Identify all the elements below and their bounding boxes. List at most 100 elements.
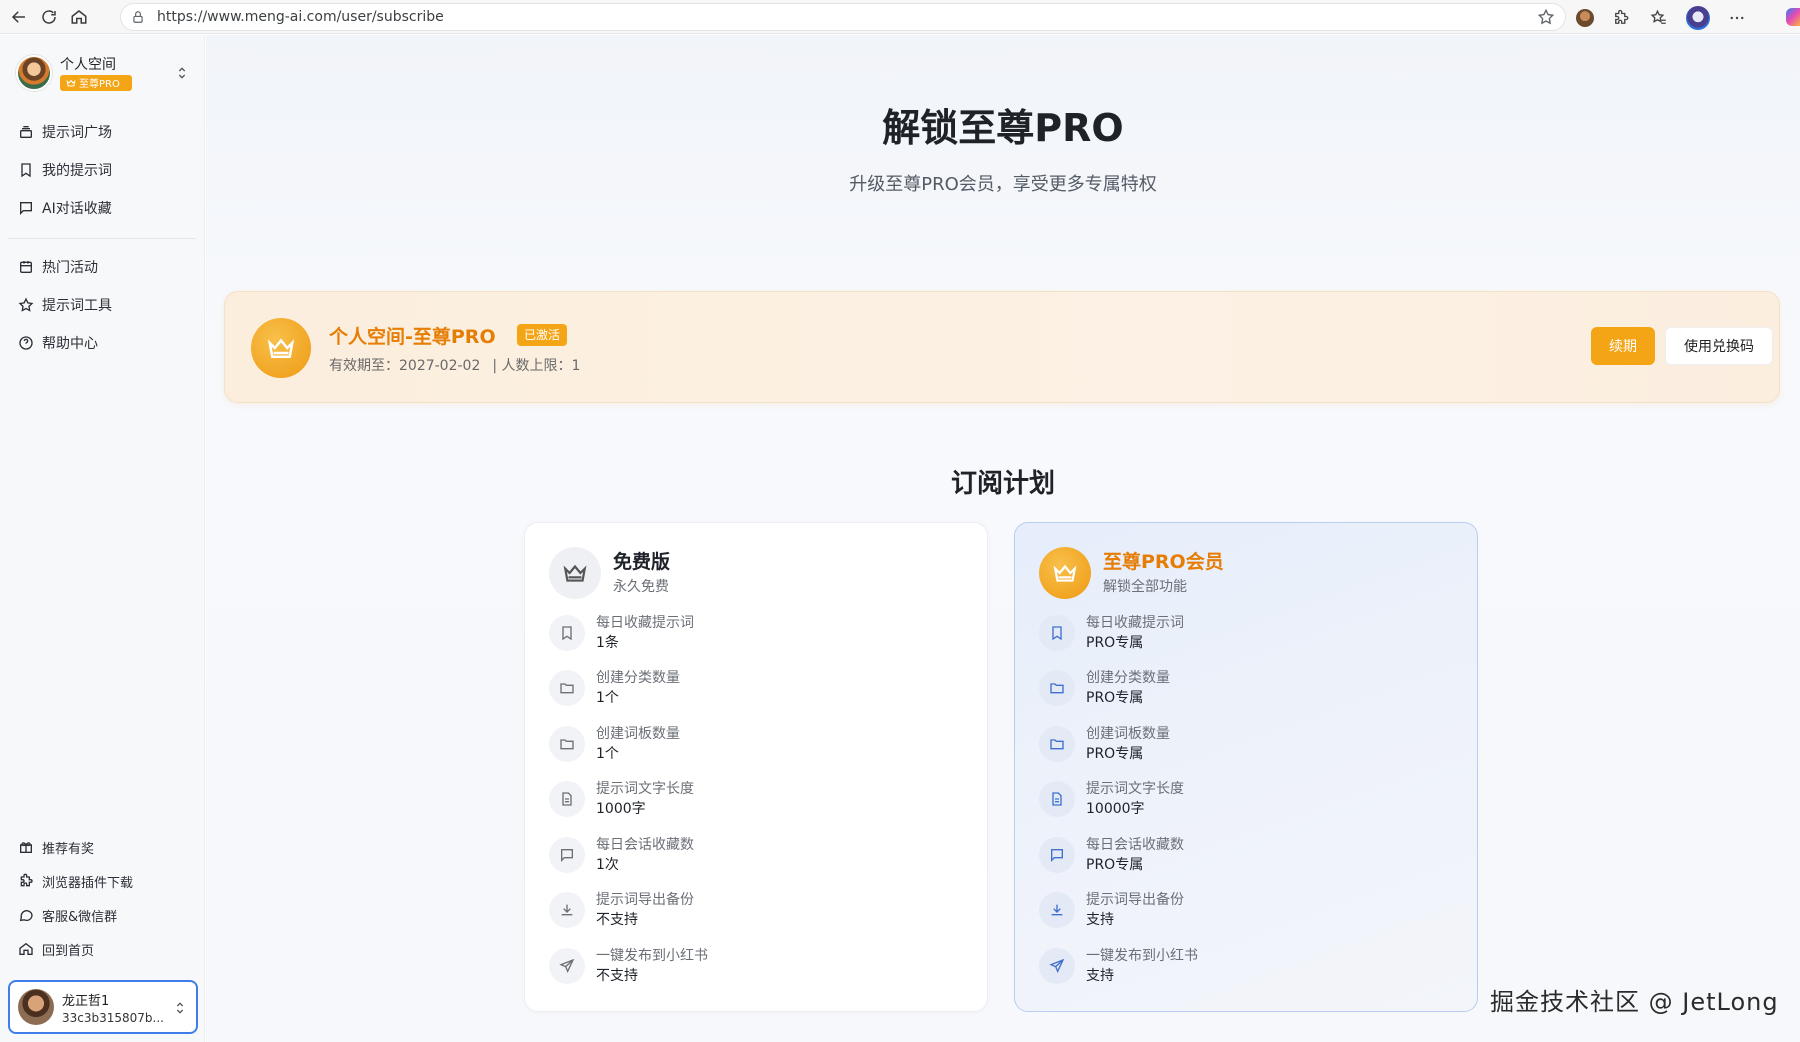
sidebar-item-label: 提示词工具 <box>42 298 112 314</box>
feature-list: 每日收藏提示词 PRO专属 创建分类数量 PRO专属 创建词板数量 PRO专属 提示词… <box>1039 605 1459 994</box>
nav-bottom: 推荐有奖 浏览器插件下载 客服&微信群 回到首页 <box>8 830 196 966</box>
feature-value: 1000字 <box>596 801 646 818</box>
extensions-icon[interactable] <box>1610 7 1632 29</box>
list-item: 每日会话收藏数 PRO专属 <box>1039 827 1459 883</box>
download-icon <box>549 892 585 929</box>
page-subtitle: 升级至尊PRO会员，享受更多专属特权 <box>849 174 1157 195</box>
feature-list: 每日收藏提示词 1条 创建分类数量 1个 创建词板数量 1个 提示词文字长度 1000字… <box>549 605 969 994</box>
profile-avatar-icon[interactable] <box>1576 9 1594 27</box>
sidebar-item-back-home[interactable]: 回到首页 <box>8 932 196 966</box>
list-item: 创建词板数量 1个 <box>549 716 969 772</box>
sidebar-item-label: 热门活动 <box>42 260 98 276</box>
download-icon <box>1039 892 1075 929</box>
feature-label: 提示词文字长度 <box>596 781 694 798</box>
feature-label: 创建词板数量 <box>1086 725 1170 742</box>
sidebar-item-support-wechat[interactable]: 客服&微信群 <box>8 898 196 932</box>
list-item: 每日收藏提示词 1条 <box>549 605 969 661</box>
lock-icon <box>133 11 143 23</box>
avatar <box>18 989 54 1025</box>
list-item: 每日会话收藏数 1次 <box>549 827 969 883</box>
feature-value: 支持 <box>1086 967 1114 984</box>
sidebar-item-label: 浏览器插件下载 <box>42 875 134 891</box>
feature-value: 不支持 <box>596 967 638 984</box>
redeem-code-button[interactable]: 使用兑换码 <box>1665 327 1773 365</box>
chevron-updown-icon[interactable] <box>174 65 190 81</box>
favorite-star-icon[interactable] <box>1537 8 1555 26</box>
url-text: https://www.meng-ai.com/user/subscribe <box>157 9 444 25</box>
pro-badge: 至尊PRO <box>60 74 132 91</box>
plan-card-pro[interactable]: 至尊PRO会员 解锁全部功能 每日收藏提示词 PRO专属 创建分类数量 PRO专属 … <box>1014 522 1478 1012</box>
document-icon <box>1039 781 1075 818</box>
back-icon[interactable] <box>8 6 30 28</box>
subscription-info: 有效期至：2027-02-02 | 人数上限：1 <box>329 355 592 375</box>
reload-icon[interactable] <box>38 6 60 28</box>
message-icon <box>19 910 33 922</box>
star-icon <box>18 297 34 312</box>
more-icon[interactable] <box>1726 7 1748 29</box>
folder-icon <box>549 670 585 707</box>
bookmark-icon <box>1039 614 1075 651</box>
sidebar-item-label: 客服&微信群 <box>42 909 118 925</box>
sidebar-item-help-center[interactable]: 帮助中心 <box>8 324 196 362</box>
crown-icon <box>549 547 601 599</box>
feature-value: 1条 <box>596 634 619 651</box>
plan-desc: 解锁全部功能 <box>1103 579 1187 595</box>
feature-value: 1次 <box>596 856 619 873</box>
subscription-status-card: 个人空间-至尊PRO 已激活 有效期至：2027-02-02 | 人数上限：1 续… <box>224 291 1780 403</box>
main-content: 解锁至尊PRO 升级至尊PRO会员，享受更多专属特权 个人空间-至尊PRO 已激… <box>206 35 1800 1042</box>
list-item: 创建分类数量 1个 <box>549 661 969 717</box>
list-item: 创建词板数量 PRO专属 <box>1039 716 1459 772</box>
feature-value: PRO专属 <box>1086 634 1144 651</box>
bookmark-icon <box>21 163 31 178</box>
sidebar-item-prompt-square[interactable]: 提示词广场 <box>8 113 196 151</box>
feature-label: 每日会话收藏数 <box>1086 836 1184 853</box>
sidebar-item-prompt-tools[interactable]: 提示词工具 <box>8 286 196 324</box>
favorites-icon[interactable] <box>1648 7 1670 29</box>
renew-button[interactable]: 续期 <box>1591 327 1655 365</box>
folder-icon <box>549 725 585 762</box>
list-item: 创建分类数量 PRO专属 <box>1039 661 1459 717</box>
copilot-icon[interactable] <box>1786 8 1800 26</box>
address-bar[interactable]: https://www.meng-ai.com/user/subscribe <box>120 3 1566 31</box>
sidebar-item-label: 提示词广场 <box>42 125 112 141</box>
sidebar-item-label: 我的提示词 <box>42 163 112 179</box>
sidebar-item-extension-download[interactable]: 浏览器插件下载 <box>8 864 196 898</box>
feature-label: 每日收藏提示词 <box>596 614 694 631</box>
sidebar-item-hot-events[interactable]: 热门活动 <box>8 248 196 286</box>
nav-top: 提示词广场 我的提示词 AI对话收藏 <box>8 113 196 227</box>
user-switcher[interactable]: 龙正哲1 33c3b315807b... <box>8 980 198 1034</box>
crown-icon <box>66 79 76 86</box>
list-item: 一键发布到小红书 不支持 <box>549 938 969 994</box>
pro-badge-label: 至尊PRO <box>79 79 120 90</box>
feature-value: 1个 <box>596 745 619 762</box>
sidebar-divider <box>8 238 196 239</box>
sidebar-item-ai-chat-favorites[interactable]: AI对话收藏 <box>8 189 196 227</box>
feature-label: 提示词文字长度 <box>1086 781 1184 798</box>
sidebar-item-my-prompts[interactable]: 我的提示词 <box>8 151 196 189</box>
folder-icon <box>1039 725 1075 762</box>
space-switcher[interactable]: 个人空间 至尊PRO <box>16 53 192 93</box>
help-icon <box>19 336 33 350</box>
user-name: 龙正哲1 <box>62 993 110 1009</box>
account-avatar-icon[interactable] <box>1686 6 1710 30</box>
expiry-text: 有效期至：2027-02-02 <box>329 358 481 374</box>
feature-value: PRO专属 <box>1086 690 1144 707</box>
chevron-updown-icon[interactable] <box>172 1000 188 1016</box>
feature-label: 创建分类数量 <box>596 670 680 687</box>
feature-label: 创建分类数量 <box>1086 670 1170 687</box>
crown-icon <box>1039 547 1091 599</box>
bookmark-icon <box>549 614 585 651</box>
sidebar-item-referral[interactable]: 推荐有奖 <box>8 830 196 864</box>
sidebar-item-label: 帮助中心 <box>42 336 98 352</box>
feature-label: 每日收藏提示词 <box>1086 614 1184 631</box>
sidebar-item-label: 推荐有奖 <box>42 841 95 857</box>
chat-icon <box>1039 836 1075 873</box>
list-item: 提示词文字长度 1000字 <box>549 772 969 828</box>
folder-icon <box>1039 670 1075 707</box>
sidebar-item-label: AI对话收藏 <box>42 201 112 217</box>
plan-name: 至尊PRO会员 <box>1103 551 1224 573</box>
home-icon[interactable] <box>68 6 90 28</box>
feature-label: 一键发布到小红书 <box>1086 947 1198 964</box>
sidebar-item-label: 回到首页 <box>42 943 95 959</box>
calendar-icon <box>20 261 32 273</box>
